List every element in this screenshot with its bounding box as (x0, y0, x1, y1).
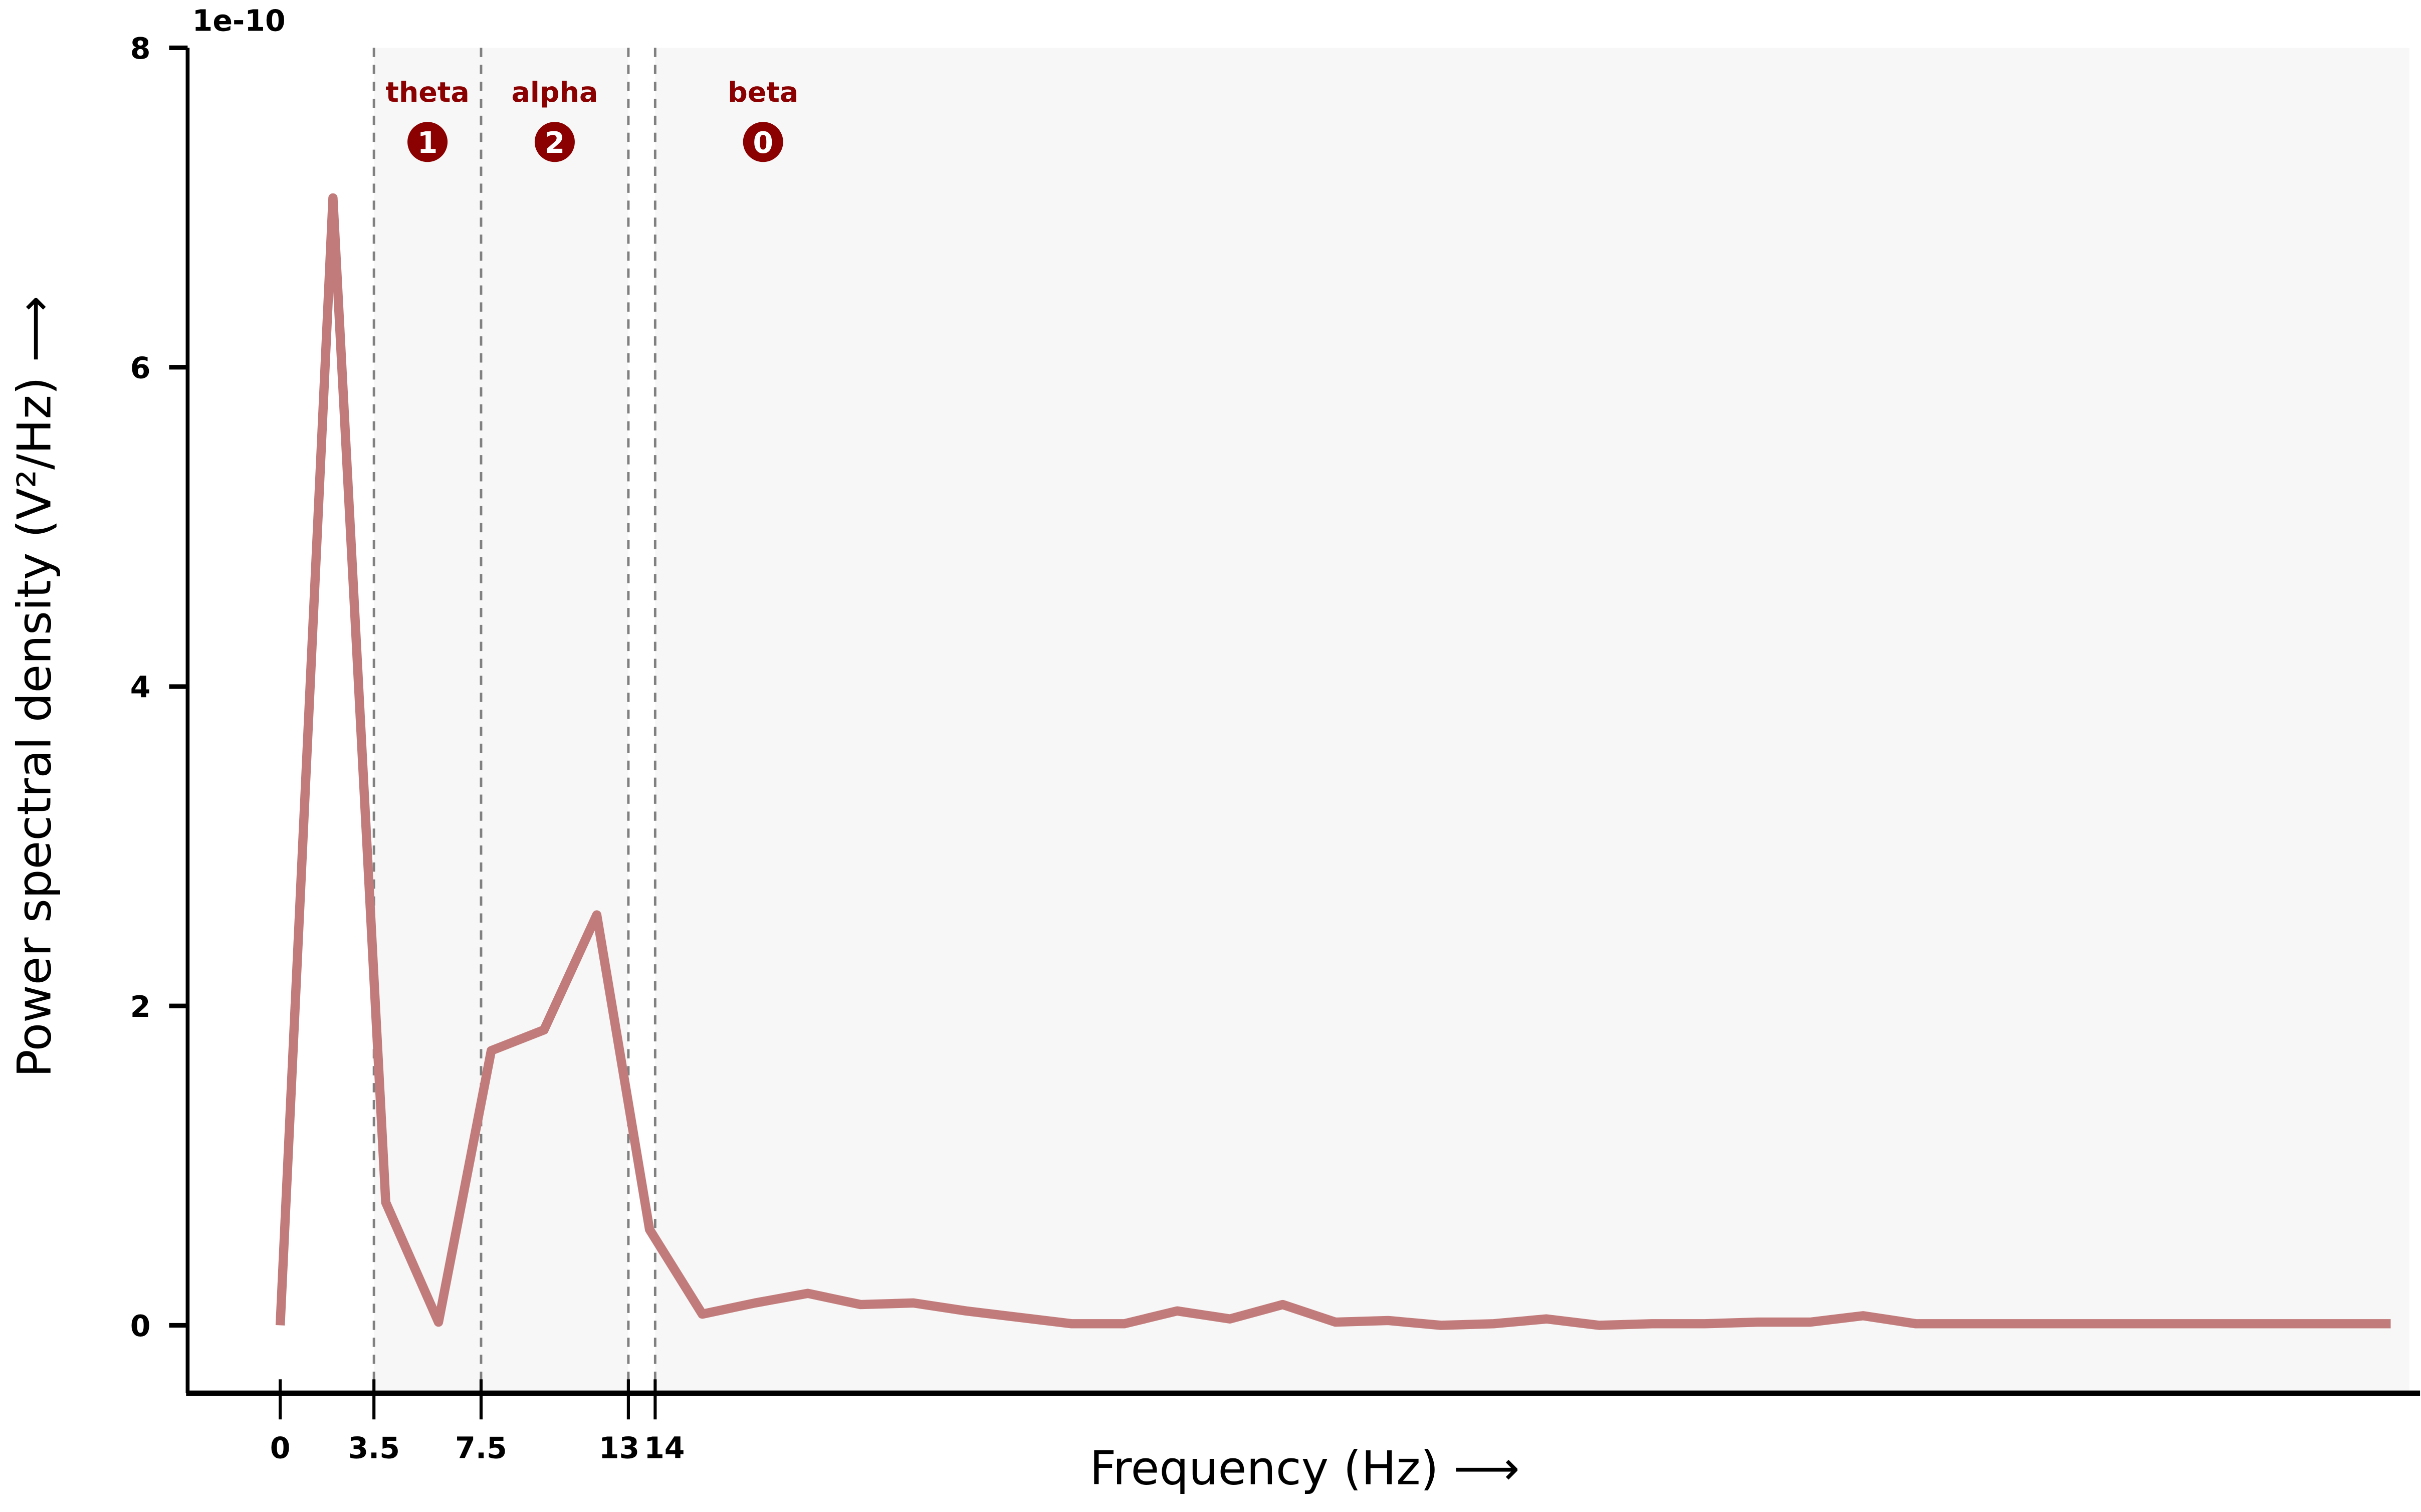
y-tick-label: 6 (130, 351, 151, 385)
band-count: 0 (753, 126, 773, 160)
y-offset-label: 1e-10 (192, 4, 286, 38)
band-shading (374, 48, 2409, 1393)
y-tick-label: 0 (130, 1309, 151, 1343)
x-tick-label: 7.5 (455, 1431, 507, 1465)
y-tick-label: 8 (130, 32, 151, 66)
band-label-alpha: alpha (511, 77, 598, 109)
x-axis-label: Frequency (Hz) ⟶ (1089, 1441, 1519, 1495)
band-count: 1 (417, 126, 438, 160)
x-tick-label: 14 (644, 1431, 685, 1465)
y-tick-label: 4 (130, 671, 151, 705)
y-ticks: 0 2 4 6 8 (130, 32, 188, 1343)
band-count: 2 (545, 126, 565, 160)
band-label-theta: theta (385, 77, 469, 109)
band-shade-alpha (481, 48, 628, 1393)
y-axis-label: Power spectral density (V²/Hz) ⟶ (7, 296, 61, 1077)
x-tick-label: 0 (270, 1431, 291, 1465)
x-tick-label: 3.5 (348, 1431, 400, 1465)
psd-chart: theta 1 alpha 2 beta 0 0 3.5 7.5 13 14 0 2 4 6 8 1e-1… (7, 4, 2420, 1495)
y-tick-label: 2 (130, 990, 151, 1024)
band-label-beta: beta (728, 77, 798, 109)
x-tick-label: 13 (599, 1431, 639, 1465)
band-shade-beta (655, 48, 2409, 1393)
